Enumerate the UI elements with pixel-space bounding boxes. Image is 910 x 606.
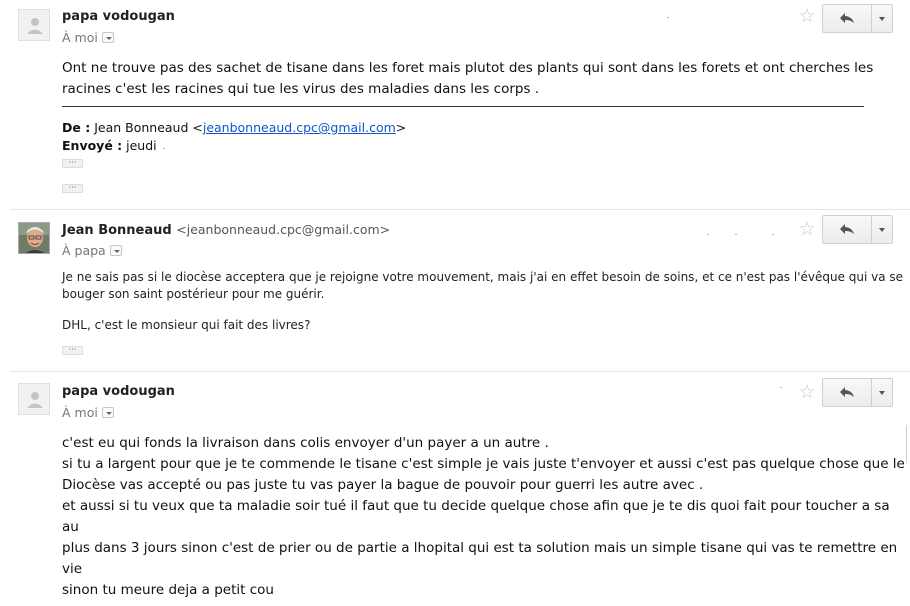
recipient-line: À moi (62, 30, 114, 45)
body-line: c'est eu qui fonds la livraison dans col… (62, 435, 549, 451)
body-line: et aussi si tu veux que ta maladie soir … (62, 498, 890, 535)
quoted-from-line: De : Jean Bonneaud <jeanbonneaud.cpc@gma… (62, 120, 406, 135)
speck (667, 17, 669, 18)
more-options-button[interactable] (872, 379, 892, 406)
speck (772, 234, 774, 235)
sender-name[interactable]: papa vodougan (62, 384, 175, 399)
message-body: Je ne sais pas si le diocèse acceptera q… (62, 269, 903, 334)
body-line: Diocèse vas accepté ou pas juste tu vas … (62, 477, 704, 493)
sender-line: Jean Bonneaud <jeanbonneaud.cpc@gmail.co… (62, 222, 390, 238)
quoted-from-email-link[interactable]: jeanbonneaud.cpc@gmail.com (203, 120, 396, 135)
recipient-label: À moi (62, 30, 98, 45)
recipient-line: À papa (62, 243, 122, 258)
body-line: bouger son saint postérieur pour me guér… (62, 287, 325, 301)
message-body: c'est eu qui fonds la livraison dans col… (62, 433, 910, 601)
message-2: Jean Bonneaud <jeanbonneaud.cpc@gmail.co… (0, 210, 910, 370)
reply-arrow-icon (840, 13, 854, 23)
speck (163, 148, 165, 149)
message-1: papa vodougan À moi ☆ Ont ne trouve pas … (0, 0, 910, 205)
speck (780, 387, 782, 388)
quote-divider (62, 106, 864, 107)
recipient-line: À moi (62, 405, 114, 420)
sender-name[interactable]: papa vodougan (62, 9, 175, 24)
star-icon[interactable]: ☆ (797, 6, 817, 26)
star-icon[interactable]: ☆ (797, 382, 817, 402)
show-trimmed-content-button[interactable]: ··· (62, 159, 83, 168)
more-options-button[interactable] (872, 5, 892, 32)
reply-button[interactable] (823, 216, 872, 243)
person-silhouette-icon (27, 18, 43, 34)
chevron-down-icon[interactable] (101, 407, 114, 418)
recipient-label: À moi (62, 405, 98, 420)
reply-button[interactable] (823, 379, 872, 406)
user-photo (19, 223, 49, 253)
show-trimmed-content-button[interactable]: ··· (62, 184, 83, 193)
reply-button[interactable] (823, 5, 872, 32)
star-icon[interactable]: ☆ (797, 219, 817, 239)
quoted-sent-value: jeudi (122, 138, 157, 153)
avatar (18, 222, 50, 254)
body-line: Je ne sais pas si le diocèse acceptera q… (62, 270, 904, 284)
body-line: si tu a largent pour que je te commende … (62, 456, 905, 472)
reply-button-group (822, 215, 893, 244)
avatar (18, 9, 50, 41)
body-line: sinon tu meure deja a petit cou (62, 582, 274, 598)
message-body: Ont ne trouve pas des sachet de tisane d… (62, 58, 873, 100)
recipient-label: À papa (62, 243, 106, 258)
speck (707, 234, 709, 235)
body-line: Ont ne trouve pas des sachet de tisane d… (62, 60, 874, 76)
avatar (18, 383, 50, 415)
quoted-sent-line: Envoyé : jeudi (62, 138, 157, 153)
body-line: plus dans 3 jours sinon c'est de prier o… (62, 540, 898, 577)
quoted-from-name: Jean Bonneaud < (90, 120, 203, 135)
more-options-button[interactable] (872, 216, 892, 243)
reply-button-group (822, 378, 893, 407)
chevron-down-icon[interactable] (101, 32, 114, 43)
reply-arrow-icon (840, 224, 854, 234)
chevron-down-icon[interactable] (109, 245, 122, 256)
quoted-from-close: > (395, 120, 407, 135)
scrollbar[interactable] (906, 425, 910, 463)
message-3: papa vodougan À moi ☆ c'est eu qui fonds… (0, 372, 910, 606)
body-line: racines c'est les racines qui tue les vi… (62, 81, 540, 97)
reply-arrow-icon (840, 387, 854, 397)
body-line: DHL, c'est le monsieur qui fait des livr… (62, 318, 311, 332)
person-silhouette-icon (27, 392, 43, 408)
reply-button-group (822, 4, 893, 33)
sender-name[interactable]: Jean Bonneaud (62, 223, 172, 238)
sender-email: <jeanbonneaud.cpc@gmail.com> (176, 222, 391, 237)
quoted-from-label: De : (62, 120, 91, 135)
speck (735, 234, 737, 235)
quoted-sent-label: Envoyé : (62, 138, 123, 153)
show-trimmed-content-button[interactable]: ··· (62, 346, 83, 355)
